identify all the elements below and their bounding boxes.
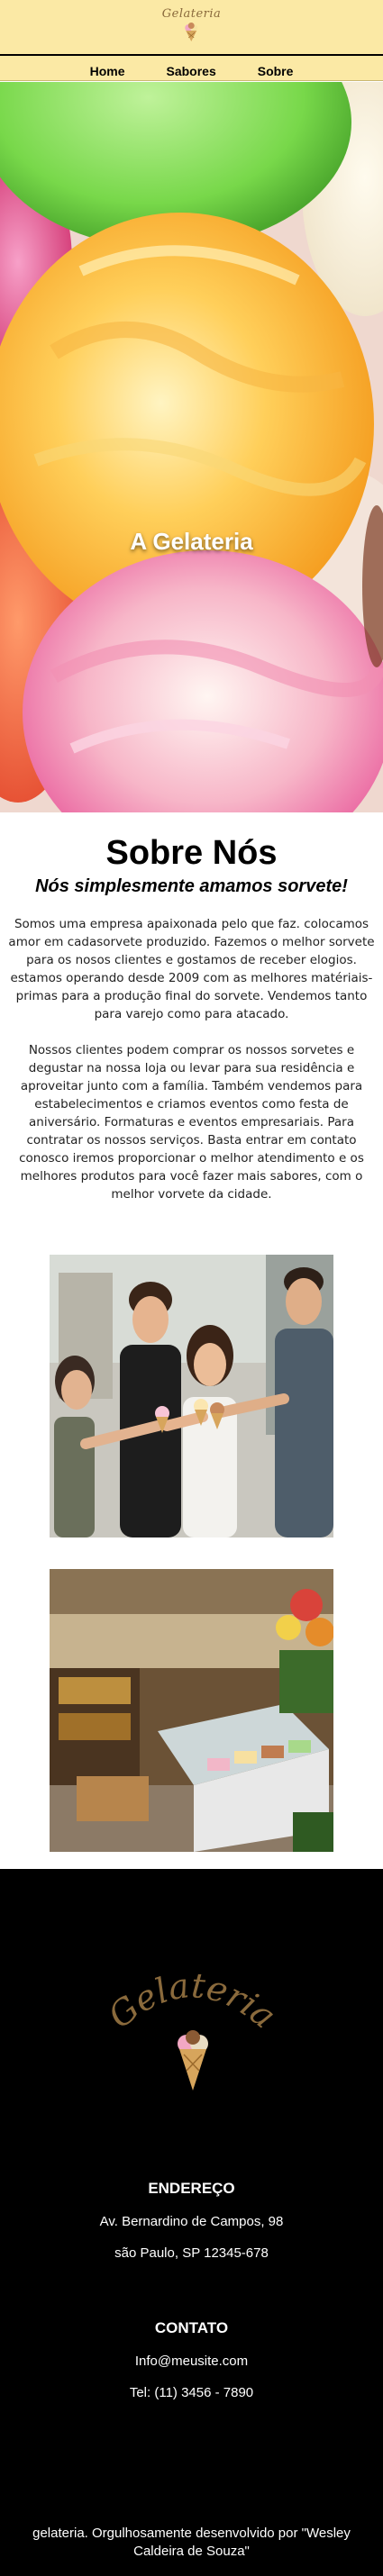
hero-title: A Gelateria <box>130 528 253 555</box>
contact-phone: Tel: (11) 3456 - 7890 <box>129 2385 254 2400</box>
nav-link-home[interactable]: Home <box>90 64 125 78</box>
header-logo-text: Gelateria <box>161 7 222 21</box>
address-heading: ENDEREÇO <box>148 2180 235 2197</box>
footer-logo-text: Gelateria <box>100 1965 283 2036</box>
contact-heading: CONTATO <box>154 2319 229 2336</box>
address-line-1: Av. Bernardino de Campos, 98 <box>99 2214 284 2229</box>
nav-link-about[interactable]: Sobre <box>258 64 294 78</box>
about-subtitle: Nós simplesmente amamos sorvete! <box>35 876 348 896</box>
copyright-text: gelateria. Orgulhosamente desenvolvido p… <box>32 2526 351 2559</box>
about-section: Sobre Nós Nós simplesmente amamos sorvet… <box>0 812 383 1203</box>
friends-eating-ice-cream-photo <box>50 1255 333 1537</box>
nav-link-flavors[interactable]: Sabores <box>166 64 215 78</box>
footer-logo: Gelateria <box>100 1965 283 2091</box>
contact-email-link[interactable]: Info@meusite.com <box>0 2354 383 2369</box>
hero-banner: A Gelateria <box>0 82 383 812</box>
about-title: Sobre Nós <box>105 834 278 872</box>
ice-cream-cone-icon <box>177 2030 208 2091</box>
about-paragraph-1: Somos uma empresa apaixonada pelo que fa… <box>8 917 375 1021</box>
site-footer: Gelateria ENDEREÇO Av. Bernardino de Cam… <box>0 1869 383 2576</box>
site-header: Gelateria <box>0 0 383 56</box>
ice-cream-cone-icon <box>185 23 198 41</box>
footer-contact-block: CONTATO Info@meusite.com Tel: (11) 3456 … <box>0 2319 383 2400</box>
about-paragraph-2: Nossos clientes podem comprar os nossos … <box>19 1043 364 1202</box>
ice-cream-scoops-image <box>0 82 383 812</box>
footer-address-block: ENDEREÇO Av. Bernardino de Campos, 98 sã… <box>0 2180 383 2261</box>
address-line-2: são Paulo, SP 12345-678 <box>114 2245 269 2261</box>
header-logo[interactable]: Gelateria <box>162 7 222 42</box>
main-nav: Home Sabores Sobre <box>0 56 383 81</box>
ice-cream-shop-interior-photo <box>50 1569 333 1852</box>
